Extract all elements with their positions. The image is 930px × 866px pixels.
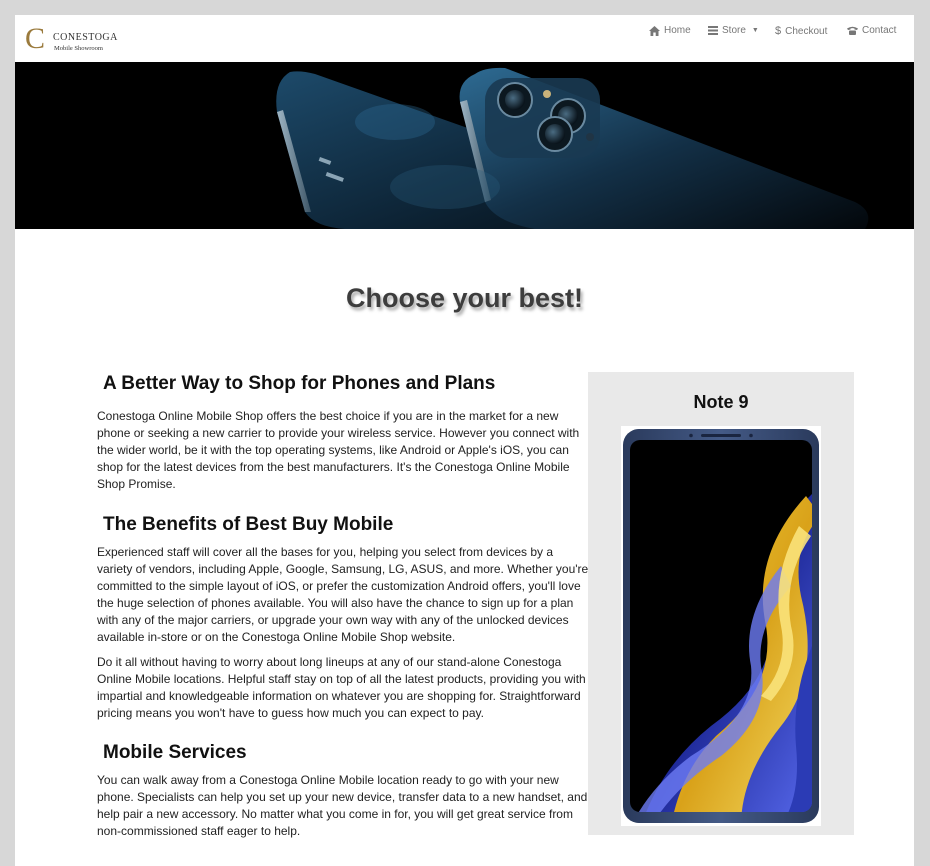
brand-logo[interactable]: C CONESTOGA Mobile Showroom <box>25 24 118 54</box>
caret-down-icon: ▼ <box>751 27 759 34</box>
hero-banner <box>15 62 914 229</box>
section-title: The Benefits of Best Buy Mobile <box>103 514 394 535</box>
dollar-icon: $ <box>775 25 782 37</box>
navbar: C CONESTOGA Mobile Showroom Home Store ▼… <box>15 15 914 62</box>
section-paragraph: Do it all without having to worry about … <box>97 655 586 720</box>
featured-product-card[interactable]: Note 9 <box>588 372 854 835</box>
logo-name: CONESTOGA <box>53 32 118 43</box>
section-paragraph: Experienced staff will cover all the bas… <box>97 545 589 644</box>
nav-checkout-link[interactable]: $ Checkout <box>775 25 827 37</box>
section-paragraph: You can walk away from a Conestoga Onlin… <box>97 773 588 838</box>
nav-store-label: Store <box>722 25 746 36</box>
nav-home-label: Home <box>664 25 691 36</box>
section-title: A Better Way to Shop for Phones and Plan… <box>103 373 496 394</box>
nav-store-dropdown[interactable]: Store ▼ <box>708 25 759 36</box>
logo-tagline: Mobile Showroom <box>54 45 103 52</box>
section-paragraph: Conestoga Online Mobile Shop offers the … <box>97 409 580 491</box>
nav-checkout-label: Checkout <box>785 25 828 37</box>
nav-contact-link[interactable]: Contact <box>847 25 896 36</box>
nav-contact-label: Contact <box>862 25 897 36</box>
product-image[interactable] <box>621 426 821 826</box>
nav-home-link[interactable]: Home <box>649 25 691 36</box>
list-icon <box>708 26 718 35</box>
page-title: Choose your best! <box>345 283 584 313</box>
section-title: Mobile Services <box>103 742 247 763</box>
logo-mark: C <box>25 22 46 55</box>
product-name: Note 9 <box>693 392 749 412</box>
hero-phones-image <box>15 62 914 229</box>
phone-icon <box>847 26 858 35</box>
page-container: C CONESTOGA Mobile Showroom Home Store ▼… <box>15 15 914 866</box>
home-icon <box>649 25 660 36</box>
